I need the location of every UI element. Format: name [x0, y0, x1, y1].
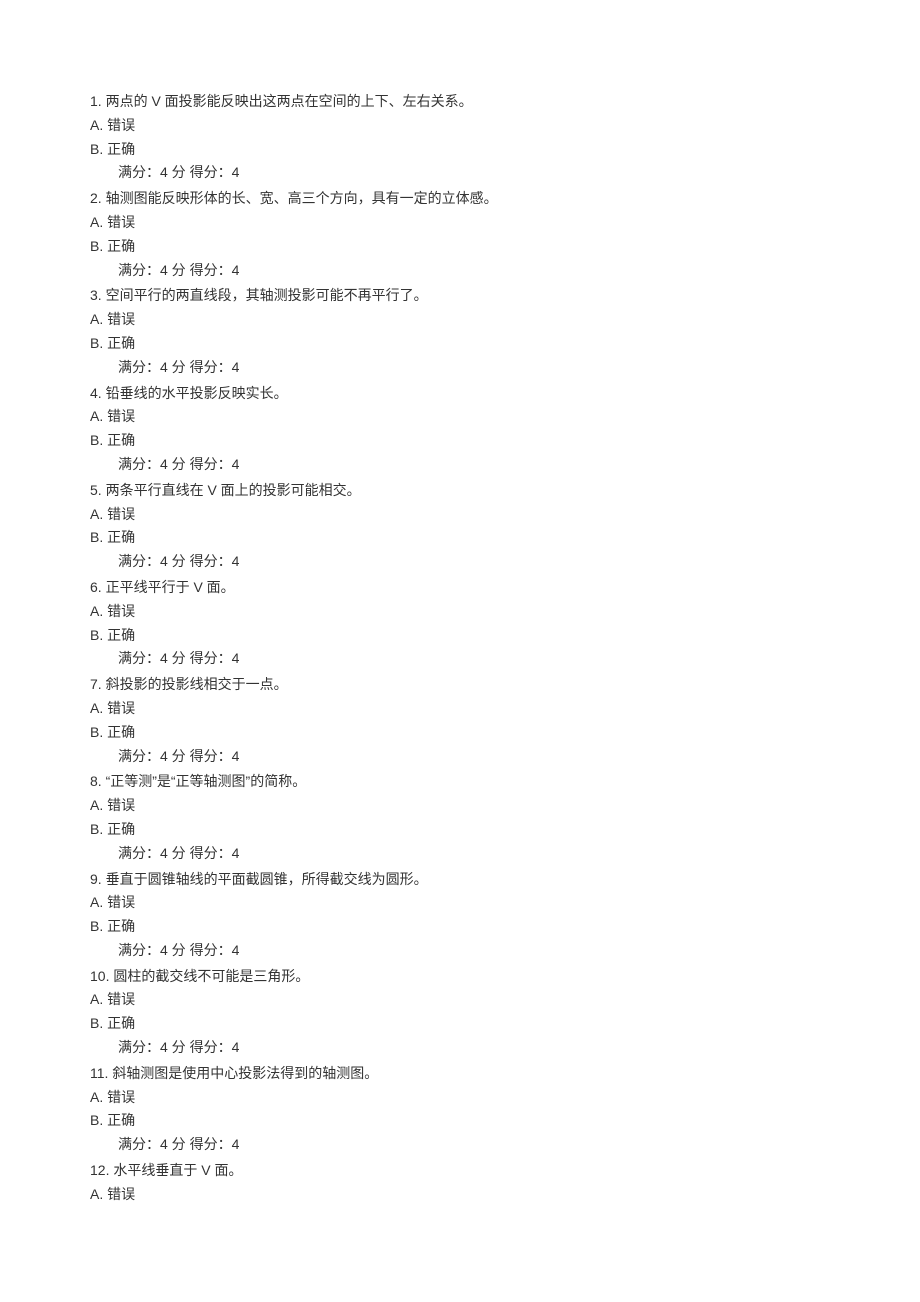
question-block: 5. 两条平行直线在 V 面上的投影可能相交。A. 错误B. 正确满分：4 分 …	[90, 479, 830, 574]
question-stem: 11. 斜轴测图是使用中心投影法得到的轴测图。	[90, 1062, 830, 1086]
option-a: A. 错误	[90, 891, 830, 915]
question-block: 2. 轴测图能反映形体的长、宽、高三个方向，具有一定的立体感。A. 错误B. 正…	[90, 187, 830, 282]
option-b: B. 正确	[90, 138, 830, 162]
option-b: B. 正确	[90, 429, 830, 453]
option-a: A. 错误	[90, 211, 830, 235]
question-stem: 8. “正等测”是“正等轴测图”的简称。	[90, 770, 830, 794]
option-a: A. 错误	[90, 308, 830, 332]
question-block: 8. “正等测”是“正等轴测图”的简称。A. 错误B. 正确满分：4 分 得分：…	[90, 770, 830, 865]
question-stem: 4. 铅垂线的水平投影反映实长。	[90, 382, 830, 406]
question-stem: 3. 空间平行的两直线段，其轴测投影可能不再平行了。	[90, 284, 830, 308]
option-a: A. 错误	[90, 1086, 830, 1110]
question-stem: 6. 正平线平行于 V 面。	[90, 576, 830, 600]
score-line: 满分：4 分 得分：4	[90, 1036, 830, 1060]
option-a: A. 错误	[90, 600, 830, 624]
question-block: 9. 垂直于圆锥轴线的平面截圆锥，所得截交线为圆形。A. 错误B. 正确满分：4…	[90, 868, 830, 963]
question-block: 3. 空间平行的两直线段，其轴测投影可能不再平行了。A. 错误B. 正确满分：4…	[90, 284, 830, 379]
question-stem: 9. 垂直于圆锥轴线的平面截圆锥，所得截交线为圆形。	[90, 868, 830, 892]
question-block: 4. 铅垂线的水平投影反映实长。A. 错误B. 正确满分：4 分 得分：4	[90, 382, 830, 477]
score-line: 满分：4 分 得分：4	[90, 161, 830, 185]
score-line: 满分：4 分 得分：4	[90, 1133, 830, 1157]
option-a: A. 错误	[90, 503, 830, 527]
option-b: B. 正确	[90, 818, 830, 842]
option-a: A. 错误	[90, 114, 830, 138]
question-stem: 12. 水平线垂直于 V 面。	[90, 1159, 830, 1183]
question-stem: 5. 两条平行直线在 V 面上的投影可能相交。	[90, 479, 830, 503]
question-stem: 2. 轴测图能反映形体的长、宽、高三个方向，具有一定的立体感。	[90, 187, 830, 211]
question-block: 7. 斜投影的投影线相交于一点。A. 错误B. 正确满分：4 分 得分：4	[90, 673, 830, 768]
score-line: 满分：4 分 得分：4	[90, 259, 830, 283]
score-line: 满分：4 分 得分：4	[90, 453, 830, 477]
option-a: A. 错误	[90, 405, 830, 429]
option-a: A. 错误	[90, 988, 830, 1012]
option-a: A. 错误	[90, 697, 830, 721]
question-block: 12. 水平线垂直于 V 面。A. 错误	[90, 1159, 830, 1207]
option-b: B. 正确	[90, 1012, 830, 1036]
option-b: B. 正确	[90, 332, 830, 356]
score-line: 满分：4 分 得分：4	[90, 550, 830, 574]
score-line: 满分：4 分 得分：4	[90, 356, 830, 380]
option-b: B. 正确	[90, 235, 830, 259]
option-b: B. 正确	[90, 1109, 830, 1133]
question-block: 11. 斜轴测图是使用中心投影法得到的轴测图。A. 错误B. 正确满分：4 分 …	[90, 1062, 830, 1157]
score-line: 满分：4 分 得分：4	[90, 745, 830, 769]
question-block: 6. 正平线平行于 V 面。A. 错误B. 正确满分：4 分 得分：4	[90, 576, 830, 671]
question-stem: 10. 圆柱的截交线不可能是三角形。	[90, 965, 830, 989]
score-line: 满分：4 分 得分：4	[90, 647, 830, 671]
question-block: 1. 两点的 V 面投影能反映出这两点在空间的上下、左右关系。A. 错误B. 正…	[90, 90, 830, 185]
option-b: B. 正确	[90, 721, 830, 745]
option-b: B. 正确	[90, 915, 830, 939]
option-b: B. 正确	[90, 624, 830, 648]
question-list: 1. 两点的 V 面投影能反映出这两点在空间的上下、左右关系。A. 错误B. 正…	[90, 90, 830, 1207]
question-block: 10. 圆柱的截交线不可能是三角形。A. 错误B. 正确满分：4 分 得分：4	[90, 965, 830, 1060]
option-b: B. 正确	[90, 526, 830, 550]
score-line: 满分：4 分 得分：4	[90, 842, 830, 866]
score-line: 满分：4 分 得分：4	[90, 939, 830, 963]
question-stem: 7. 斜投影的投影线相交于一点。	[90, 673, 830, 697]
option-a: A. 错误	[90, 1183, 830, 1207]
option-a: A. 错误	[90, 794, 830, 818]
question-stem: 1. 两点的 V 面投影能反映出这两点在空间的上下、左右关系。	[90, 90, 830, 114]
